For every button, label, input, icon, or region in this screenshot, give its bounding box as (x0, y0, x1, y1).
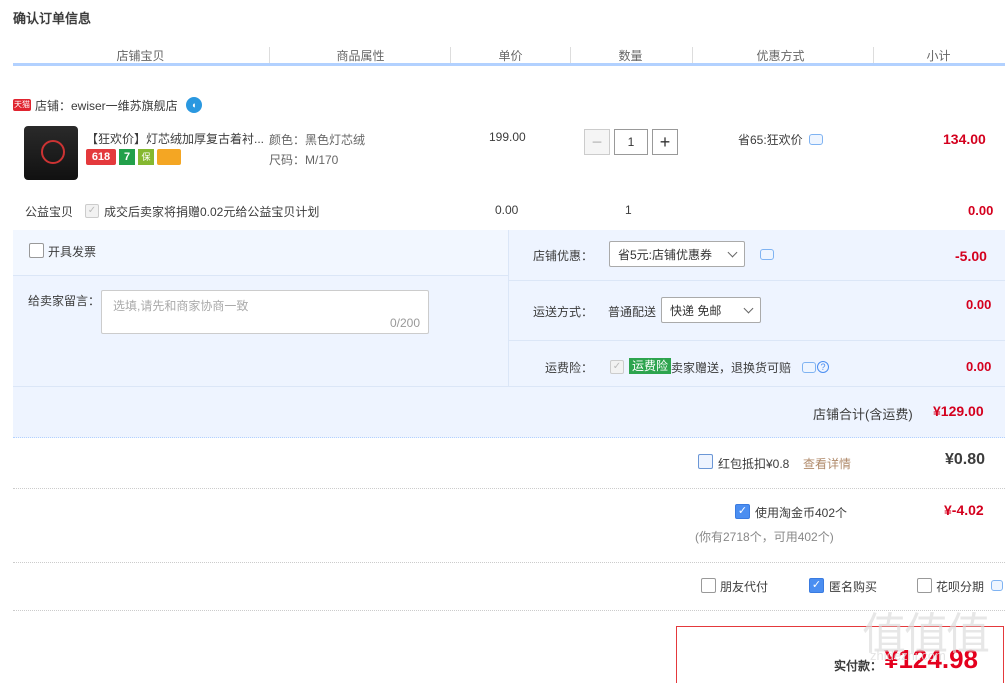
invoice-label: 开具发票 (48, 245, 97, 259)
huabei-label: 花呗分期 (936, 580, 985, 594)
col-header-price: 单价 (498, 49, 523, 63)
huabei-checkbox[interactable] (917, 578, 932, 593)
comment-icon[interactable] (808, 134, 823, 145)
shop-row: 天猫 店铺：ewiser一维苏旗舰店 ◖ (13, 96, 202, 114)
comment-icon[interactable] (802, 362, 816, 373)
tmall-icon: 天猫 (13, 99, 31, 111)
item-badges: 618 7 保 (86, 149, 181, 165)
shipping-label: 运送方式： (533, 305, 594, 319)
chevron-down-icon (727, 247, 738, 257)
red-packet-label: 红包抵扣¥0.8 (718, 457, 790, 471)
shipping-value: 快递 免邮 (670, 303, 722, 318)
item-discount-label: 省65:狂欢价 (738, 133, 803, 147)
help-icon[interactable]: ? (817, 361, 829, 373)
charity-price: 0.00 (495, 203, 519, 217)
shop-discount-select[interactable]: 省5元:店铺优惠券 (609, 241, 745, 267)
taojinbi-amount: ¥-4.02 (944, 502, 984, 518)
anonymous-label: 匿名购买 (829, 580, 878, 594)
charity-text: 成交后卖家将捐赠0.02元给公益宝贝计划 (104, 205, 320, 219)
quantity-input[interactable]: 1 (614, 129, 648, 155)
col-header-attrs: 商品属性 (336, 49, 385, 63)
shipping-amount: 0.00 (966, 297, 992, 312)
message-counter: 0/200 (389, 316, 420, 330)
watermark-url: zhidezhi.com (870, 648, 946, 663)
friend-pay-label: 朋友代付 (720, 580, 769, 594)
shop-discount-label: 店铺优惠： (533, 249, 594, 263)
taojinbi-checkbox[interactable]: ✓ (735, 504, 750, 519)
col-header-item: 店铺宝贝 (116, 49, 165, 63)
freight-insurance-checkbox: ✓ (610, 360, 624, 374)
charity-subtotal: 0.00 (968, 203, 994, 218)
card-icon (157, 149, 181, 165)
table-header: 店铺宝贝 商品属性 单价 数量 优惠方式 小计 (13, 44, 1005, 66)
shop-discount-amount: -5.00 (955, 248, 987, 264)
freight-insurance-label: 运费险： (545, 361, 594, 375)
item-subtotal: 134.00 (943, 131, 986, 147)
decrease-button[interactable]: − (584, 129, 610, 155)
item-unit-price: 199.00 (489, 130, 526, 144)
comment-icon[interactable] (760, 249, 774, 260)
charity-label: 公益宝贝 (25, 205, 74, 219)
message-textarea[interactable]: 选填,请先和商家协商一致 0/200 (101, 290, 429, 334)
shipping-select[interactable]: 快递 免邮 (661, 297, 761, 323)
shop-discount-value: 省5元:店铺优惠券 (618, 247, 713, 262)
invoice-checkbox[interactable] (29, 243, 44, 258)
chat-bubble-icon[interactable]: ◖ (185, 97, 202, 113)
freight-insurance-amount: 0.00 (966, 359, 992, 374)
shop-total-amount: ¥129.00 (933, 403, 984, 419)
red-packet-amount: ¥0.80 (945, 451, 986, 468)
message-label: 给卖家留言： (28, 294, 101, 308)
item-attr-size: 尺码：M/170 (269, 153, 339, 167)
red-packet-details-link[interactable]: 查看详情 (803, 455, 851, 472)
chevron-down-icon (743, 303, 754, 313)
guarantee-badge: 保 (138, 149, 154, 165)
red-packet-checkbox[interactable] (698, 454, 713, 469)
taojinbi-label: 使用淘金币402个 (755, 506, 848, 520)
item-discount: 省65:狂欢价 (738, 131, 823, 148)
promo-618-badge: 618 (86, 149, 116, 165)
seven-day-return-badge: 7 (119, 149, 135, 165)
quantity-stepper: − 1 + (584, 129, 678, 155)
shipping-method: 普通配送 (608, 305, 657, 319)
charity-checkbox: ✓ (85, 204, 99, 218)
col-header-qty: 数量 (618, 49, 643, 63)
increase-button[interactable]: + (652, 129, 678, 155)
freight-insurance-badge: 运费险 (629, 358, 672, 374)
comment-icon[interactable] (991, 580, 1003, 591)
shop-name[interactable]: 店铺：ewiser一维苏旗舰店 (35, 97, 178, 114)
col-header-discount: 优惠方式 (756, 49, 805, 63)
col-header-subtotal: 小计 (926, 49, 951, 63)
page-title: 确认订单信息 (13, 11, 92, 26)
friend-pay-checkbox[interactable] (701, 578, 716, 593)
item-attr-color: 颜色：黑色灯芯绒 (269, 133, 366, 147)
freight-insurance-text: 卖家赠送，退换货可赔 (671, 361, 792, 375)
shop-total-label: 店铺合计(含运费) (813, 407, 913, 422)
charity-qty: 1 (625, 203, 632, 217)
anonymous-checkbox[interactable]: ✓ (809, 578, 824, 593)
taojinbi-note: (你有2718个，可用402个) (695, 530, 834, 544)
item-name[interactable]: 【狂欢价】灯芯绒加厚复古着衬... (86, 130, 266, 147)
message-placeholder: 选填,请先和商家协商一致 (113, 299, 249, 313)
item-thumbnail[interactable] (24, 126, 78, 180)
